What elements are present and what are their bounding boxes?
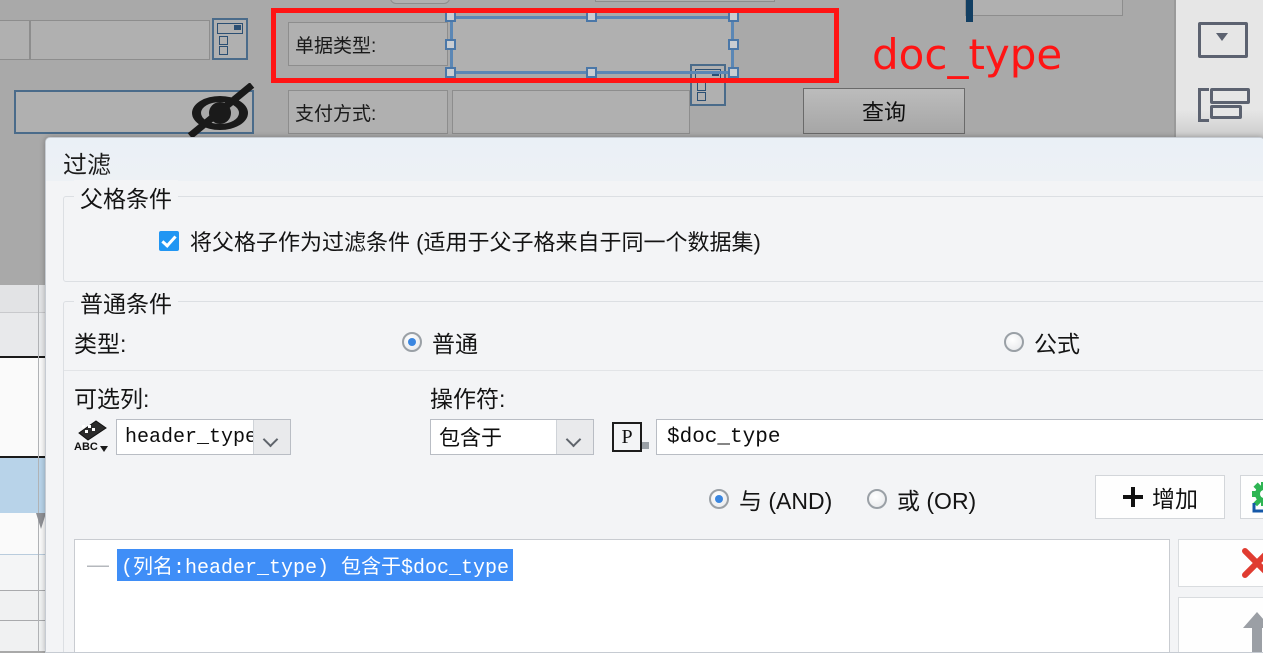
operator-label: 操作符:: [430, 380, 505, 414]
type-radio-formula[interactable]: [1004, 332, 1024, 352]
operator-select-value: 包含于: [431, 420, 556, 454]
dialog-titlebar: 过滤: [46, 138, 1263, 181]
text-caret: [966, 0, 973, 22]
annotation-highlight-box: [271, 8, 839, 83]
designer-top-field-c[interactable]: [965, 0, 1123, 16]
plus-icon: [1122, 486, 1144, 508]
condition-value-input[interactable]: $doc_type: [656, 419, 1263, 455]
logic-radio-or-label: 或 (OR): [897, 482, 976, 516]
designer-left-field[interactable]: [30, 20, 210, 60]
type-radio-formula-label: 公式: [1034, 325, 1080, 359]
add-condition-button[interactable]: 增加: [1095, 475, 1225, 519]
column-select[interactable]: header_type: [116, 419, 291, 455]
normal-condition-group: 普通条件 类型: 普通 公式 可选列: 操作符: ABC header_type: [63, 301, 1263, 653]
operator-select[interactable]: 包含于: [430, 419, 594, 455]
parent-filter-checkbox[interactable]: [159, 231, 179, 251]
designer-top-field-b[interactable]: [595, 0, 775, 2]
annotation-label: doc_type: [872, 30, 1062, 79]
logic-radio-and-label: 与 (AND): [739, 482, 832, 516]
combobox-icon[interactable]: [1198, 22, 1248, 58]
parent-condition-group: 父格条件 将父格子作为过滤条件 (适用于父子格来自于同一个数据集): [63, 196, 1263, 282]
chevron-down-icon[interactable]: [253, 420, 290, 454]
parent-filter-checkbox-label: 将父格子作为过滤条件 (适用于父子格来自于同一个数据集): [190, 225, 761, 257]
condition-list[interactable]: — (列名:header_type) 包含于$doc_type: [74, 539, 1170, 653]
parent-condition-legend: 父格条件: [74, 180, 178, 214]
designer-top-field-a[interactable]: [390, 0, 450, 4]
settings-button[interactable]: [1240, 475, 1263, 519]
designer-picker-icon-left[interactable]: [212, 18, 248, 60]
list-group-icon[interactable]: [1198, 88, 1244, 116]
type-label: 类型:: [74, 325, 126, 359]
right-toolbar-panel: [1174, 0, 1263, 140]
normal-condition-legend: 普通条件: [74, 285, 178, 319]
arrow-up-icon: [1242, 608, 1263, 653]
svg-text:ABC: ABC: [74, 441, 98, 453]
type-radio-normal[interactable]: [402, 332, 422, 352]
list-item-bullet: —: [87, 554, 109, 576]
list-item[interactable]: — (列名:header_type) 包含于$doc_type: [87, 549, 513, 581]
column-label: 可选列:: [74, 380, 149, 414]
pay-method-field[interactable]: [452, 90, 690, 134]
add-condition-label: 增加: [1152, 480, 1198, 514]
pay-method-label: 支付方式:: [288, 90, 448, 134]
dialog-title: 过滤: [63, 145, 111, 180]
list-item-text: (列名:header_type) 包含于$doc_type: [117, 549, 513, 581]
mouse-cursor-icon: [180, 83, 260, 138]
designer-canvas: 单据类型: 支付方式: 查询 doc_type: [0, 0, 1263, 140]
gear-icon: [1249, 481, 1263, 513]
parameter-button[interactable]: P: [612, 422, 642, 452]
column-select-value: header_type: [117, 420, 253, 454]
query-button[interactable]: 查询: [803, 88, 965, 134]
grid-column-divider: [38, 285, 39, 651]
move-up-button[interactable]: [1178, 597, 1263, 653]
filter-dialog: 过滤 父格条件 将父格子作为过滤条件 (适用于父子格来自于同一个数据集) 普通条…: [45, 137, 1263, 653]
delete-condition-button[interactable]: [1178, 539, 1263, 587]
red-x-icon: [1240, 546, 1263, 580]
abc-column-icon: ABC: [74, 419, 110, 453]
logic-radio-or[interactable]: [867, 489, 887, 509]
logic-radio-and[interactable]: [709, 489, 729, 509]
chevron-down-icon[interactable]: [556, 420, 593, 454]
type-radio-normal-label: 普通: [432, 325, 478, 359]
designer-left-label: [0, 20, 30, 60]
